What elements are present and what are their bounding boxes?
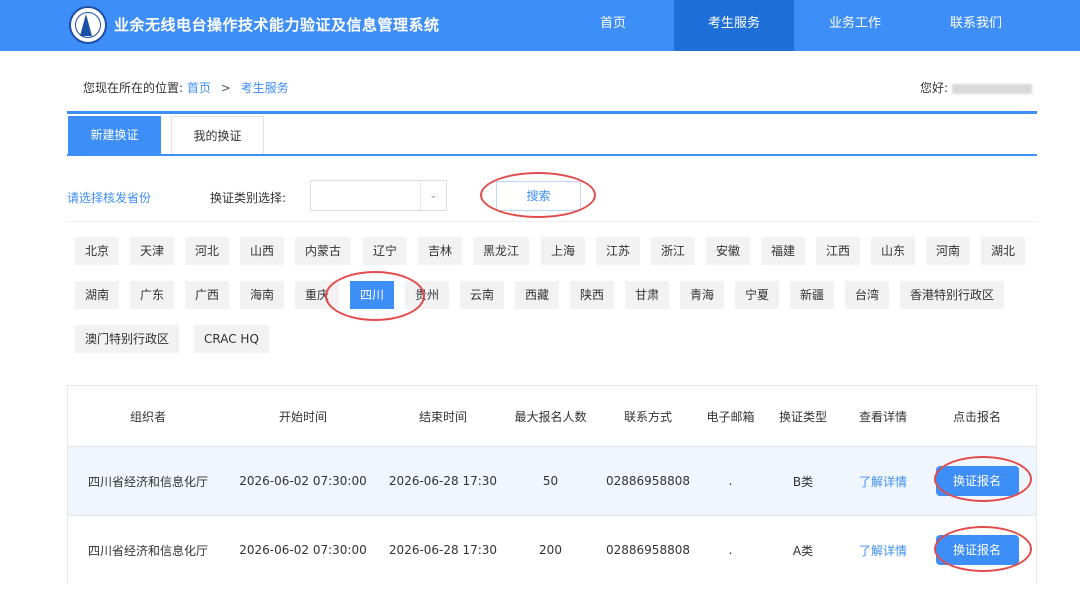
breadcrumb: 您现在所在的位置: 首页 > 考生服务	[83, 79, 289, 96]
province-tag[interactable]: 河南	[926, 237, 971, 265]
breadcrumb-current-link[interactable]: 考生服务	[241, 81, 289, 95]
renewal-type-label: 换证类别选择:	[210, 191, 287, 205]
province-tag[interactable]: 福建	[761, 237, 806, 265]
col-header-end: 结束时间	[418, 409, 467, 424]
breadcrumb-home-link[interactable]: 首页	[187, 81, 211, 95]
table-row: 四川省经济和信息化厅 2026-06-02 07:30:00 2026-06-2…	[68, 446, 1036, 515]
nav-home[interactable]: 首页	[553, 0, 673, 51]
antenna-tower-icon	[80, 14, 92, 36]
cell-start-time: 2026-06-02 07:30:00	[239, 543, 367, 557]
province-prompt: 请选择核发省份	[67, 191, 152, 205]
cell-end-time: 2026-06-28 17:30	[388, 474, 498, 488]
province-tag[interactable]: 吉林	[418, 237, 463, 265]
province-tag[interactable]: 陕西	[570, 281, 615, 309]
cell-detail: 了解详情	[848, 447, 918, 515]
col-header-email: 电子邮箱	[706, 409, 755, 424]
col-header-max: 最大报名人数	[514, 409, 587, 424]
col-header-organizer: 组织者	[129, 409, 166, 424]
annotation-circle-sichuan	[325, 271, 425, 321]
province-tag[interactable]: 湖南	[75, 281, 120, 309]
system-title: 业余无线电台操作技术能力验证及信息管理系统	[114, 16, 440, 34]
province-tag[interactable]: 云南	[460, 281, 505, 309]
province-tag[interactable]: 黑龙江	[473, 237, 530, 265]
province-tag[interactable]: 山东	[871, 237, 916, 265]
province-tag[interactable]: 内蒙古	[295, 237, 352, 265]
col-header-contact: 联系方式	[623, 409, 672, 424]
province-tag[interactable]: 辽宁	[363, 237, 408, 265]
cell-email: .	[728, 543, 733, 557]
province-tag[interactable]: 上海	[541, 237, 586, 265]
nav-exam-services[interactable]: 考生服务	[674, 0, 794, 51]
cell-detail: 了解详情	[848, 516, 918, 584]
cell-contact: 02886958808	[606, 474, 690, 488]
top-header: 业余无线电台操作技术能力验证及信息管理系统 首页 考生服务 业务工作 联系我们	[0, 0, 1080, 51]
province-tag[interactable]: 澳门特别行政区	[75, 325, 180, 353]
province-tag[interactable]: 山西	[240, 237, 285, 265]
nav-contact[interactable]: 联系我们	[916, 0, 1036, 51]
cell-max-applicants: 50	[542, 474, 559, 488]
cell-organizer: 四川省经济和信息化厅	[87, 543, 208, 558]
cell-contact: 02886958808	[606, 543, 690, 557]
province-tag[interactable]: CRAC HQ	[194, 325, 269, 353]
content-top-divider	[67, 111, 1037, 114]
province-tag[interactable]: 青海	[680, 281, 725, 309]
province-tag[interactable]: 江苏	[596, 237, 641, 265]
province-tag[interactable]: 北京	[75, 237, 120, 265]
filter-divider	[67, 221, 1037, 222]
province-tag[interactable]: 广东	[130, 281, 175, 309]
renewal-table: 组织者 开始时间 结束时间 最大报名人数 联系方式 电子邮箱 换证类型 查看详情…	[67, 385, 1037, 584]
province-tag[interactable]: 台湾	[845, 281, 890, 309]
cell-email: .	[728, 474, 733, 488]
table-row: 四川省经济和信息化厅 2026-06-02 07:30:00 2026-06-2…	[68, 515, 1036, 584]
province-tag[interactable]: 香港特别行政区	[900, 281, 1005, 309]
table-header: 组织者 开始时间 结束时间 最大报名人数 联系方式 电子邮箱 换证类型 查看详情…	[68, 386, 1036, 446]
redacted-username	[952, 83, 1033, 94]
col-header-detail: 查看详情	[858, 409, 907, 424]
chevron-down-icon[interactable]: ⌄	[420, 181, 446, 210]
cell-type: B类	[792, 474, 814, 489]
greeting-label: 您好:	[920, 81, 949, 95]
detail-link[interactable]: 了解详情	[859, 542, 907, 559]
cell-type: A类	[792, 543, 814, 558]
cell-start-time: 2026-06-02 07:30:00	[239, 474, 367, 488]
cell-end-time: 2026-06-28 17:30	[388, 543, 498, 557]
province-tag[interactable]: 江西	[816, 237, 861, 265]
province-tag[interactable]: 浙江	[651, 237, 696, 265]
breadcrumb-prefix: 您现在所在的位置:	[83, 81, 184, 95]
tab-underline	[67, 154, 1037, 156]
province-tag[interactable]: 安徽	[706, 237, 751, 265]
col-header-apply: 点击报名	[952, 409, 1001, 424]
tab-new-renewal[interactable]: 新建换证	[68, 116, 161, 155]
cell-max-applicants: 200	[539, 543, 562, 557]
province-tag[interactable]: 西藏	[515, 281, 560, 309]
renewal-type-select[interactable]: ⌄	[310, 180, 447, 211]
cell-organizer: 四川省经济和信息化厅	[87, 474, 208, 489]
tab-my-renewal[interactable]: 我的换证	[171, 116, 264, 155]
col-header-start: 开始时间	[278, 409, 327, 424]
crac-logo	[69, 6, 107, 44]
user-greeting: 您好:	[920, 79, 1033, 96]
province-tag[interactable]: 甘肃	[625, 281, 670, 309]
province-tag[interactable]: 湖北	[981, 237, 1026, 265]
nav-business[interactable]: 业务工作	[795, 0, 915, 51]
breadcrumb-separator: >	[220, 81, 231, 95]
province-tag[interactable]: 天津	[130, 237, 175, 265]
province-tag[interactable]: 广西	[185, 281, 230, 309]
annotation-circle-apply-2	[934, 526, 1032, 572]
province-tag[interactable]: 河北	[185, 237, 230, 265]
province-tag[interactable]: 宁夏	[735, 281, 780, 309]
province-tag[interactable]: 海南	[240, 281, 285, 309]
annotation-circle-apply-1	[934, 456, 1032, 502]
detail-link[interactable]: 了解详情	[859, 473, 907, 490]
col-header-type: 换证类型	[778, 409, 827, 424]
annotation-circle-search	[480, 172, 596, 218]
province-tag[interactable]: 新疆	[790, 281, 835, 309]
